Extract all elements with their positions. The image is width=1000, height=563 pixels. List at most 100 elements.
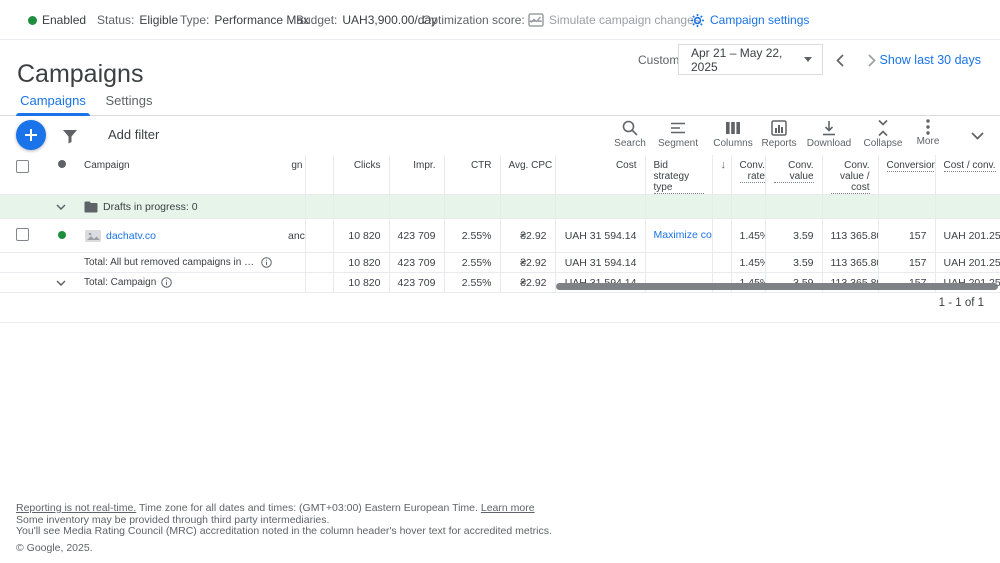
impr-value: 423 709 <box>389 219 444 253</box>
pagination-status: 1 - 1 of 1 <box>939 297 984 309</box>
info-icon[interactable] <box>261 257 272 268</box>
chevron-left-icon <box>836 54 844 67</box>
campaign-name-link[interactable]: dachatv.co <box>106 230 156 242</box>
chevron-down-icon <box>971 132 984 140</box>
spacer-column <box>305 155 333 195</box>
row-checkbox[interactable] <box>16 228 29 241</box>
table-card-divider <box>0 322 1000 323</box>
campaign-type-partial: ance <box>280 219 305 253</box>
column-header-cost-conv[interactable]: Cost / conv. <box>935 155 1000 195</box>
table-toolbar: Add filter Search Segment Columns Report… <box>0 117 1000 155</box>
campaign-status-bar: Enabled Status: Eligible Type: Performan… <box>0 0 1000 40</box>
show-last-30-days-link[interactable]: Show last 30 days <box>880 53 981 67</box>
plus-icon <box>24 128 38 142</box>
page-tabs: Campaigns Settings <box>0 85 1000 116</box>
collapse-icon <box>874 119 892 137</box>
sort-indicator[interactable]: ↓ <box>712 155 731 195</box>
column-header-bid-strategy-type[interactable]: Bid strategy type <box>645 155 712 195</box>
column-header-cost[interactable]: Cost <box>555 155 645 195</box>
column-header-clicks[interactable]: Clicks <box>333 155 389 195</box>
dropdown-caret-icon <box>804 57 812 62</box>
gear-icon <box>690 13 705 28</box>
cost-conv-total: UAH 201.25 <box>935 253 1000 273</box>
expand-toolbar-button[interactable] <box>966 127 988 145</box>
column-header-conv-value-cost[interactable]: Conv. value / cost <box>822 155 878 195</box>
tab-campaigns[interactable]: Campaigns <box>16 85 90 116</box>
column-header-ctr[interactable]: CTR <box>444 155 500 195</box>
horizontal-scrollbar[interactable] <box>0 283 1000 291</box>
select-all-checkbox[interactable] <box>16 160 29 173</box>
segment-icon <box>669 119 687 137</box>
filter-button[interactable] <box>59 125 81 147</box>
previous-date-range-button[interactable] <box>830 53 850 67</box>
optimization-score-field: Optimization score: — <box>422 0 542 40</box>
columns-button[interactable]: Columns <box>709 119 757 155</box>
bid-strategy-link[interactable]: Maximize conversion value <box>645 219 712 253</box>
page-footer: Reporting is not real-time. Time zone fo… <box>16 503 976 554</box>
mrc-disclaimer: You'll see Media Rating Council (MRC) ac… <box>16 526 976 538</box>
enabled-status-dot-icon <box>28 16 37 25</box>
conv-value-cost-total: 113 365.80 <box>822 253 878 273</box>
campaign-status-dot-icon[interactable] <box>58 231 66 239</box>
drafts-in-progress-row[interactable]: Drafts in progress: 0 <box>0 195 1000 219</box>
conv-rate-value: 1.45% <box>731 219 765 253</box>
column-header-impr[interactable]: Impr. <box>389 155 444 195</box>
columns-icon <box>724 119 742 137</box>
column-header-conv-rate[interactable]: Conv. rate <box>731 155 765 195</box>
add-campaign-button[interactable] <box>16 120 46 150</box>
more-vertical-icon <box>926 119 930 135</box>
conv-rate-total: 1.45% <box>731 253 765 273</box>
drafts-label: Drafts in progress: 0 <box>103 201 198 213</box>
sort-arrow-down-icon: ↓ <box>721 159 727 171</box>
column-header-campaign[interactable]: Campaign <box>76 155 280 195</box>
reports-button[interactable]: Reports <box>755 119 803 155</box>
simulate-campaign-changes-button[interactable]: Simulate campaign changes <box>528 0 700 40</box>
date-mode-label: Custom <box>638 53 679 67</box>
ctr-value: 2.55% <box>444 219 500 253</box>
learn-more-link[interactable]: Learn more <box>481 502 535 514</box>
search-button[interactable]: Search <box>606 119 654 155</box>
folder-icon <box>84 201 98 213</box>
search-icon <box>621 119 639 137</box>
collapse-button[interactable]: Collapse <box>859 119 907 155</box>
expand-chevron-icon[interactable] <box>56 204 66 210</box>
reporting-not-realtime-link[interactable]: Reporting is not real-time. <box>16 502 136 514</box>
add-filter-button[interactable]: Add filter <box>108 117 159 151</box>
column-header-conv-value[interactable]: Conv. value <box>765 155 822 195</box>
timezone-text: Time zone for all dates and times: (GMT+… <box>139 502 478 514</box>
campaign-settings-button[interactable]: Campaign settings <box>690 0 809 40</box>
total-filtered-label: Total: All but removed campaigns in your… <box>84 257 256 268</box>
avg-cpc-value: ₴2.92 <box>500 219 555 253</box>
ctr-total: 2.55% <box>444 253 500 273</box>
scrollbar-thumb[interactable] <box>556 283 998 290</box>
cost-conv-value: UAH 201.25 <box>935 219 1000 253</box>
conv-value-total: 3.59 <box>765 253 822 273</box>
copyright: © Google, 2025. <box>16 543 976 555</box>
reports-icon <box>770 119 788 137</box>
active-tab-underline <box>16 113 90 116</box>
conv-value-value: 3.59 <box>765 219 822 253</box>
column-header-partial: gn <box>280 155 305 195</box>
conversions-value: 157 <box>878 219 935 253</box>
impr-total: 423 709 <box>389 253 444 273</box>
tab-settings[interactable]: Settings <box>100 85 158 116</box>
filter-funnel-icon <box>61 127 79 145</box>
campaign-enabled-status[interactable]: Enabled <box>28 0 86 40</box>
avg-cpc-total: ₴2.92 <box>500 253 555 273</box>
more-button[interactable]: More <box>904 119 952 155</box>
date-range-picker[interactable]: Apr 21 – May 22, 2025 <box>678 44 823 75</box>
clicks-value: 10 820 <box>333 219 389 253</box>
total-filtered-row: Total: All but removed campaigns in your… <box>0 253 1000 273</box>
download-button[interactable]: Download <box>805 119 853 155</box>
status-field: Status: Eligible <box>97 0 178 40</box>
column-header-avg-cpc[interactable]: Avg. CPC <box>500 155 555 195</box>
cost-total: UAH 31 594.14 <box>555 253 645 273</box>
download-icon <box>820 119 838 137</box>
enabled-label: Enabled <box>42 13 86 27</box>
table-header-row: Campaign gn Clicks Impr. CTR Avg. CPC Co… <box>0 155 1000 195</box>
column-header-conversions[interactable]: Conversions <box>878 155 935 195</box>
simulate-icon <box>528 13 544 27</box>
segment-button[interactable]: Segment <box>654 119 702 155</box>
campaign-thumbnail-icon <box>85 230 101 242</box>
budget-field[interactable]: Budget: UAH3,900.00/day <box>296 0 437 40</box>
